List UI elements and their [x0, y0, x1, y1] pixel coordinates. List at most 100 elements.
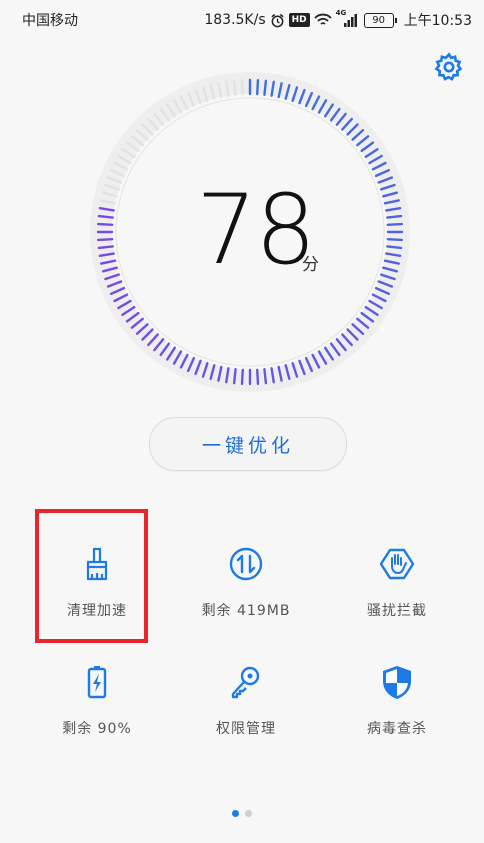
- block-hand-icon: [379, 548, 415, 580]
- ring-tick: [135, 129, 149, 141]
- ring-tick: [383, 199, 400, 205]
- ring-tick: [270, 367, 275, 384]
- key-icon: [231, 666, 260, 699]
- ring-tick: [147, 117, 159, 131]
- ring-tick: [109, 168, 126, 178]
- ring-tick: [121, 305, 136, 316]
- ring-tick: [240, 79, 244, 96]
- grid-item-permissions[interactable]: 权限管理: [186, 664, 306, 774]
- score-value: 78: [196, 174, 316, 286]
- grid-item-virus-scan[interactable]: 病毒查杀: [337, 664, 457, 774]
- ring-tick: [98, 252, 115, 257]
- ring-tick: [298, 359, 306, 376]
- ring-tick: [360, 141, 375, 153]
- ring-tick: [341, 117, 353, 131]
- ring-tick: [317, 99, 328, 114]
- ring-tick: [217, 82, 223, 99]
- ring-tick: [329, 107, 341, 122]
- ring-tick: [109, 286, 126, 296]
- ring-tick: [291, 362, 299, 378]
- ring-tick: [360, 311, 375, 323]
- ring-tick: [385, 252, 402, 257]
- grid-label-battery: 剩余 90%: [62, 721, 132, 737]
- ring-tick: [368, 154, 383, 165]
- ring-tick: [104, 273, 120, 281]
- ring-tick: [335, 338, 347, 352]
- ring-tick: [117, 299, 132, 310]
- ring-tick: [386, 245, 403, 250]
- ring-tick: [256, 368, 260, 385]
- ring-tick: [386, 238, 403, 242]
- ring-tick: [382, 266, 399, 273]
- ring-tick: [186, 91, 196, 108]
- page-dot-1[interactable]: [232, 810, 239, 817]
- ring-tick: [186, 356, 196, 373]
- ring-tick: [377, 280, 394, 288]
- ring-tick: [346, 123, 359, 136]
- phone-manager-screen: 中国移动 183.5K/s HD 4G 90 上午10:53 78 分 一键优化…: [0, 0, 484, 843]
- ring-tick: [179, 353, 189, 369]
- highlight-box: [35, 509, 148, 643]
- ring-tick: [101, 266, 118, 273]
- ring-tick: [101, 191, 118, 198]
- grid-item-harassment-block[interactable]: 骚扰拦截: [337, 546, 457, 656]
- one-click-optimize-button[interactable]: 一键优化: [149, 417, 347, 471]
- ring-tick: [364, 148, 379, 159]
- ring-tick: [351, 129, 365, 141]
- ring-tick: [130, 135, 144, 147]
- ring-tick: [382, 191, 399, 198]
- ring-tick: [117, 154, 132, 165]
- grid-item-memory[interactable]: 剩余 419MB: [186, 546, 306, 656]
- ring-tick: [232, 368, 237, 385]
- ring-tick: [291, 86, 299, 102]
- ring-tick: [371, 293, 387, 303]
- ring-tick: [113, 293, 129, 303]
- ring-tick: [341, 333, 353, 347]
- ring-tick: [153, 112, 165, 126]
- ring-tick: [201, 362, 209, 378]
- carrier-name: 中国移动: [22, 13, 78, 29]
- ring-tick: [380, 183, 396, 191]
- ring-tick: [385, 207, 402, 212]
- grid-label-harassment-block: 骚扰拦截: [367, 603, 427, 619]
- ring-tick: [304, 91, 314, 108]
- ring-tick: [166, 103, 177, 118]
- ring-tick: [368, 299, 383, 310]
- ring-tick: [383, 259, 400, 265]
- ring-tick: [277, 82, 283, 99]
- ring-tick: [225, 80, 230, 97]
- ring-tick: [113, 161, 129, 171]
- ring-tick: [311, 353, 321, 369]
- ring-tick: [135, 323, 149, 335]
- ring-tick: [179, 95, 189, 111]
- gear-icon[interactable]: [434, 52, 464, 82]
- ring-tick: [323, 103, 334, 118]
- ring-tick: [172, 99, 183, 114]
- ring-tick: [240, 368, 244, 385]
- ring-tick: [104, 183, 120, 191]
- ring-tick: [159, 107, 171, 122]
- ring-tick: [270, 80, 275, 97]
- status-time: 上午10:53: [403, 13, 472, 29]
- ring-tick: [380, 273, 396, 281]
- ring-tick: [97, 222, 114, 226]
- score-unit: 分: [302, 255, 319, 275]
- ring-tick: [209, 364, 216, 381]
- ring-tick: [374, 286, 391, 296]
- page-dot-2[interactable]: [245, 810, 252, 817]
- ring-tick: [284, 364, 291, 381]
- ring-tick: [125, 141, 140, 153]
- grid-item-battery[interactable]: 剩余 90%: [37, 664, 157, 774]
- ring-tick: [97, 214, 114, 219]
- ring-tick: [147, 333, 159, 347]
- ring-tick: [166, 346, 177, 361]
- ring-tick: [125, 311, 140, 323]
- ring-tick: [284, 83, 291, 100]
- grid-label-permissions: 权限管理: [216, 721, 276, 737]
- ring-tick: [304, 356, 314, 373]
- ring-tick: [130, 317, 144, 329]
- alarm-icon: [271, 13, 284, 27]
- ring-tick: [225, 367, 230, 384]
- ring-tick: [98, 207, 115, 212]
- ring-tick: [311, 95, 321, 111]
